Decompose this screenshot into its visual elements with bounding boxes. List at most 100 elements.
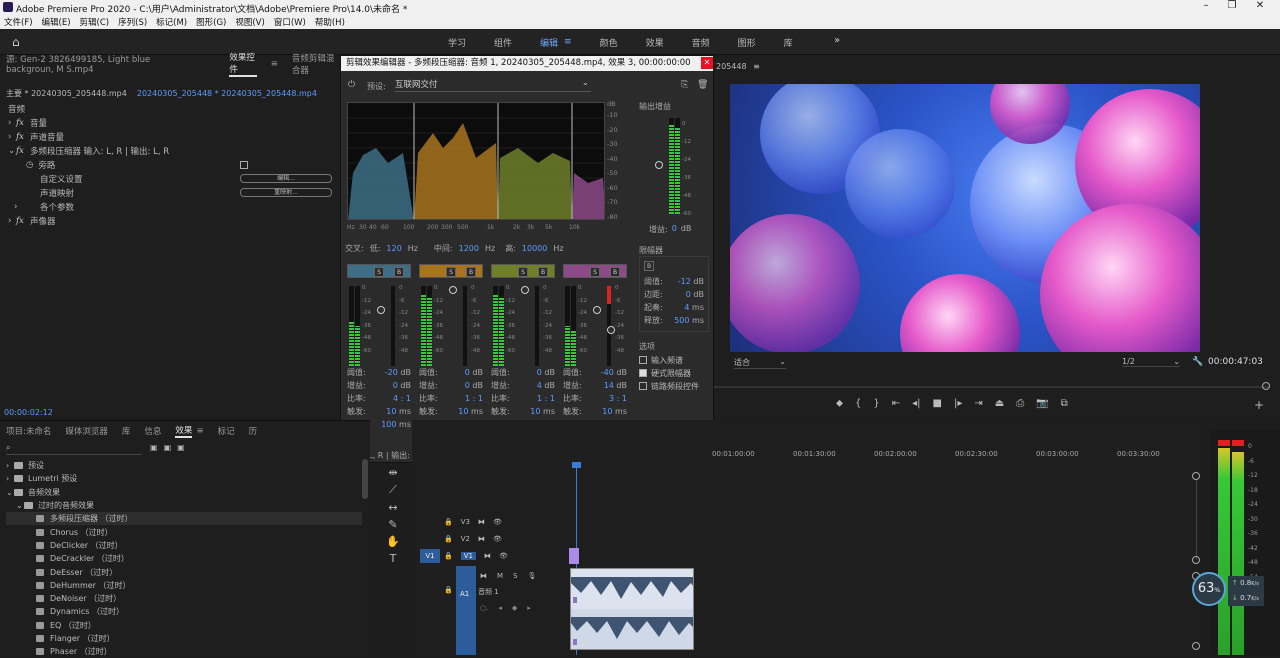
step-forward-icon[interactable]: |▸ xyxy=(954,398,962,409)
pen-icon[interactable]: ✎ xyxy=(384,518,402,531)
slip-icon[interactable]: ↔ xyxy=(384,501,402,514)
menu-item-8[interactable]: 帮助(H) xyxy=(315,16,345,28)
source-label[interactable]: 源: Gen-2 3826499185, Light blue backgrou… xyxy=(6,53,195,75)
effect-item[interactable]: Flanger （过时） xyxy=(6,632,362,645)
effect-item[interactable]: 多频段压缩器 （过时） xyxy=(6,512,362,526)
menu-item-7[interactable]: 窗口(W) xyxy=(274,16,306,28)
effect-item[interactable]: DeNoiser （过时） xyxy=(6,592,362,605)
timeline-vscroll-bottom[interactable] xyxy=(1192,556,1200,564)
workspace-menu-icon[interactable]: ≡ xyxy=(564,37,572,47)
lift-icon[interactable]: ⏏ xyxy=(995,398,1004,409)
workspace-tab-3[interactable]: 颜色 xyxy=(600,36,618,49)
add-button-icon[interactable]: + xyxy=(1254,398,1264,412)
band-solo-button[interactable]: S xyxy=(446,267,456,277)
go-to-in-icon[interactable]: ⇤ xyxy=(892,398,900,409)
menu-item-0[interactable]: 文件(F) xyxy=(4,16,33,28)
save-preset-icon[interactable]: ⎘ xyxy=(681,80,688,90)
delete-preset-icon[interactable]: 🗑 xyxy=(697,80,708,90)
effect-item[interactable]: EQ （过时） xyxy=(6,619,362,632)
remap-button[interactable]: 重映射... xyxy=(240,188,332,197)
effect-panner[interactable]: › fx 声像器 xyxy=(8,214,340,228)
edit-button[interactable]: 编辑... xyxy=(240,174,332,183)
folder-item[interactable]: ⌄ 音频效果 xyxy=(6,486,362,499)
go-to-out-icon[interactable]: ⇥ xyxy=(974,398,982,409)
sync-icon[interactable]: ⧓ xyxy=(484,552,491,560)
workspace-tab-7[interactable]: 库 xyxy=(784,36,793,49)
add-keyframe-icon[interactable]: ◆ xyxy=(512,604,517,612)
panel-menu-icon[interactable]: ≡ xyxy=(271,59,278,69)
band-threshold-handle[interactable] xyxy=(593,306,601,314)
fit-dropdown[interactable]: 适合 ⌄ xyxy=(734,357,786,369)
menu-item-3[interactable]: 序列(S) xyxy=(118,16,147,28)
more-workspaces-icon[interactable]: » xyxy=(834,35,840,46)
audio-vscroll-bottom[interactable] xyxy=(1192,642,1200,650)
yuv-effects-icon[interactable]: ▣ xyxy=(177,443,185,452)
audio-clip[interactable] xyxy=(570,568,694,650)
effect-item[interactable]: DeEsser （过时） xyxy=(6,565,362,578)
option-checkbox[interactable] xyxy=(639,382,647,390)
folder-item[interactable]: ⌄ 过时的音频效果 xyxy=(6,499,362,512)
high-crossover-value[interactable]: 10000 xyxy=(522,244,547,253)
band-threshold-handle[interactable] xyxy=(449,286,457,294)
workspace-tab-6[interactable]: 图形 xyxy=(738,36,756,49)
option-checkbox[interactable] xyxy=(639,356,647,364)
output-gain-value[interactable]: 0 xyxy=(672,224,677,235)
video-clip[interactable] xyxy=(569,548,579,564)
band-threshold-handle[interactable] xyxy=(521,286,529,294)
band-header[interactable]: SB xyxy=(491,264,555,278)
32bit-effects-icon[interactable]: ▣ xyxy=(164,443,172,452)
preset-dropdown[interactable]: 互联网交付 ⌄ xyxy=(395,78,591,92)
video-frame[interactable] xyxy=(730,84,1200,352)
sync-icon[interactable]: ⧓ xyxy=(480,572,487,580)
keyframe-toggle-icon[interactable]: ○. xyxy=(480,604,488,612)
maximize-icon[interactable]: ❐ xyxy=(1222,0,1242,11)
effect-item[interactable]: Chorus （过时） xyxy=(6,525,362,538)
option-checkbox[interactable] xyxy=(639,369,647,377)
resolution-dropdown[interactable]: 1/2 ⌄ xyxy=(1122,357,1180,367)
band-gain-value[interactable]: 14 xyxy=(604,381,614,390)
eye-icon[interactable]: 👁 xyxy=(499,552,508,560)
master-clip-label[interactable]: 主要 * 20240305_205448.mp4 xyxy=(6,88,127,99)
lock-icon[interactable]: 🔒 xyxy=(444,518,453,526)
clip-indicator-left[interactable] xyxy=(1218,440,1230,446)
sync-icon[interactable]: ⧓ xyxy=(478,518,485,526)
workspace-tab-5[interactable]: 音频 xyxy=(692,36,710,49)
band-threshold-handle[interactable] xyxy=(377,306,385,314)
band-ratio-value[interactable]: 1 : 1 xyxy=(465,394,483,403)
effect-channel-volume[interactable]: › fx 声道音量 xyxy=(8,130,340,144)
razor-icon[interactable]: ⟋ xyxy=(384,483,402,497)
band-att-value[interactable]: 10 xyxy=(386,407,396,416)
lock-icon[interactable]: 🔒 xyxy=(444,552,453,560)
project-tab-3[interactable]: 信息 xyxy=(144,425,161,437)
project-tab-1[interactable]: 媒体浏览器 xyxy=(65,425,108,437)
project-scrollbar[interactable] xyxy=(362,459,368,499)
band-thr-value[interactable]: 0 xyxy=(537,368,542,377)
option-row[interactable]: 硬式限幅器 xyxy=(639,367,699,380)
tab-audio-clip-mixer[interactable]: 音频剪辑混合器 xyxy=(292,52,340,76)
mark-in-icon[interactable]: { xyxy=(855,398,861,409)
program-scrubber[interactable] xyxy=(714,386,1270,388)
wrench-icon[interactable]: 🔧 xyxy=(1192,357,1203,367)
project-tab-6[interactable]: 历 xyxy=(249,425,258,437)
performance-gauge[interactable]: 63% xyxy=(1192,572,1226,606)
band-header[interactable]: SB xyxy=(563,264,627,278)
band-gain-value[interactable]: 4 xyxy=(537,381,542,390)
eye-icon[interactable]: 👁 xyxy=(493,518,502,526)
sequence-clip-label[interactable]: 20240305_205448 * 20240305_205448.mp4 xyxy=(137,89,317,98)
menu-item-6[interactable]: 视图(V) xyxy=(235,16,264,28)
timeline-vscroll-top[interactable] xyxy=(1192,472,1200,480)
clip-indicator-right[interactable] xyxy=(1232,440,1244,446)
band-att-value[interactable]: 10 xyxy=(458,407,468,416)
solo-button[interactable]: S xyxy=(513,572,517,580)
dialog-close-icon[interactable]: ✕ xyxy=(701,57,713,69)
project-tab-0[interactable]: 项目:未命名 xyxy=(6,425,51,437)
home-icon[interactable]: ⌂ xyxy=(12,35,20,49)
menu-item-2[interactable]: 剪辑(C) xyxy=(80,16,110,28)
track-a1-label[interactable]: A1 xyxy=(460,590,469,598)
compare-icon[interactable]: ⧉ xyxy=(1061,398,1068,409)
output-gain-knob[interactable] xyxy=(655,161,663,169)
band-bypass-button[interactable]: B xyxy=(610,267,620,277)
effect-item[interactable]: DeHummer （过时） xyxy=(6,579,362,592)
band-rel-value[interactable]: 100 xyxy=(381,420,396,429)
effect-multiband-compressor[interactable]: ⌄ fx 多频段压缩器 输入: L, R | 输出: L, R xyxy=(8,144,340,158)
